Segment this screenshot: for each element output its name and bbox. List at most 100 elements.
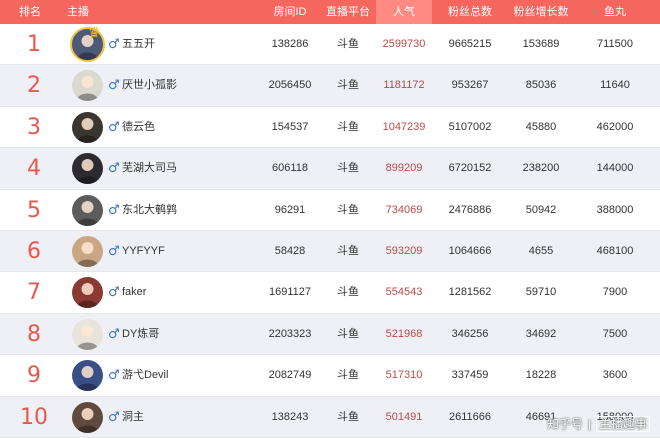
table-row[interactable]: 2 ♂ 厌世小孤影 2056450 斗鱼 1181172 953267 85036 11640 (0, 65, 660, 107)
male-icon: ♂ (108, 368, 120, 384)
room-id-cell: 2082749 (268, 369, 312, 382)
rank-number: 3 (27, 114, 41, 140)
ranking-table-header: 排名 主播 房间ID 直播平台 人气 粉丝总数 粉丝增长数 鱼丸 (0, 0, 660, 24)
rank-number: 6 (27, 238, 41, 264)
watermark-left: 知乎号 (546, 417, 583, 431)
male-icon: ♂ (108, 37, 120, 52)
table-row[interactable]: 5 ♂ 东北大鹌鹑 96291 斗鱼 734069 2476886 50942 388000 (0, 190, 660, 231)
header-rank: 排名 (19, 6, 41, 18)
fans-growth-cell: 18228 (525, 369, 557, 382)
anchor-name[interactable]: YYFYYF (122, 231, 165, 272)
anchor-name[interactable]: DY炼哥 (122, 314, 159, 355)
popularity-cell: 593209 (385, 244, 423, 257)
platform-cell: 斗鱼 (337, 286, 359, 299)
table-row[interactable]: 8 ♂ DY炼哥 2203323 斗鱼 521968 346256 34692 7500 (0, 313, 660, 356)
fans-total-cell: 2611666 (448, 410, 491, 423)
male-icon: ♂ (108, 243, 120, 259)
anchor-name[interactable]: 游弋Devil (122, 355, 168, 396)
fans-total-cell: 2476886 (448, 203, 492, 216)
anchor-name[interactable]: 洞主 (122, 397, 144, 438)
table-row[interactable]: 4 ♂ 芜湖大司马 606118 斗鱼 899209 6720152 238200 144000 (0, 148, 660, 190)
platform-cell: 斗鱼 (337, 369, 359, 382)
anchor-name[interactable]: 芜湖大司马 (122, 148, 177, 189)
anchor-name[interactable]: 东北大鹌鹑 (122, 190, 177, 231)
male-icon: ♂ (108, 161, 120, 177)
header-room-id[interactable]: 房间ID (265, 0, 315, 24)
popularity-cell: 521968 (385, 327, 423, 340)
fish-balls-cell: 711500 (597, 38, 633, 50)
ranking-table-body: 1 ♛ ♂ 五五开 138286 斗鱼 2599730 9665215 153689 711500… (0, 24, 660, 438)
rank-number: 4 (27, 156, 41, 182)
fans-growth-cell: 45880 (525, 120, 557, 133)
avatar[interactable] (72, 153, 103, 185)
rank-number: 7 (27, 280, 41, 306)
table-row[interactable]: 6 ♂ YYFYYF 58428 斗鱼 593209 1064666 4655 468100 (0, 230, 660, 273)
popularity-cell: 734069 (385, 203, 423, 216)
anchor-name[interactable]: 德云色 (122, 107, 155, 148)
platform-cell: 斗鱼 (337, 410, 359, 423)
fans-growth-cell: 4655 (528, 244, 554, 257)
platform-cell: 斗鱼 (337, 38, 359, 50)
room-id-cell: 96291 (274, 203, 306, 216)
rank-number: 10 (20, 404, 48, 430)
header-fish-balls[interactable]: 鱼丸 (590, 0, 640, 24)
fans-total-cell: 337459 (451, 369, 489, 382)
room-id-cell: 606118 (272, 162, 308, 175)
fish-balls-cell: 388000 (596, 203, 634, 216)
avatar[interactable] (72, 360, 103, 392)
room-id-cell: 1691127 (268, 286, 311, 299)
header-fans-total[interactable]: 粉丝总数 (440, 0, 500, 24)
platform-cell: 斗鱼 (337, 203, 359, 216)
avatar[interactable] (72, 277, 103, 309)
popularity-cell: 501491 (385, 410, 423, 423)
avatar[interactable] (72, 111, 103, 143)
table-row[interactable]: 1 ♛ ♂ 五五开 138286 斗鱼 2599730 9665215 153689 711500 (0, 24, 660, 66)
platform-cell: 斗鱼 (337, 162, 359, 175)
crown-icon: ♛ (88, 24, 101, 40)
fans-total-cell: 1064666 (448, 244, 492, 257)
fans-growth-cell: 34692 (525, 327, 557, 340)
fans-growth-cell: 153689 (522, 38, 560, 50)
fish-balls-cell: 11640 (600, 79, 630, 92)
platform-cell: 斗鱼 (337, 120, 359, 133)
male-icon: ♂ (108, 119, 120, 135)
header-popularity[interactable]: 人气 (376, 0, 432, 24)
avatar[interactable] (72, 401, 103, 433)
anchor-name[interactable]: 五五开 (122, 24, 155, 65)
avatar[interactable] (72, 194, 103, 226)
male-icon: ♂ (108, 285, 120, 301)
fans-total-cell: 6720152 (448, 162, 492, 175)
platform-cell: 斗鱼 (337, 79, 359, 92)
table-row[interactable]: 3 ♂ 德云色 154537 斗鱼 1047239 5107002 45880 462000 (0, 107, 660, 149)
header-platform[interactable]: 直播平台 (320, 0, 376, 24)
avatar[interactable] (72, 70, 103, 102)
rank-number: 5 (27, 197, 41, 223)
male-icon: ♂ (108, 326, 120, 342)
table-row[interactable]: 9 ♂ 游弋Devil 2082749 斗鱼 517310 337459 18228 3600 (0, 355, 660, 397)
fish-balls-cell: 7500 (602, 327, 628, 340)
popularity-cell: 1047239 (382, 120, 426, 133)
fish-balls-cell: 468100 (596, 244, 634, 257)
popularity-cell: 1181172 (383, 79, 425, 92)
anchor-name[interactable]: faker (122, 272, 146, 313)
room-id-cell: 58428 (274, 244, 306, 257)
fish-balls-cell: 144000 (596, 162, 634, 175)
popularity-cell: 2599730 (382, 38, 426, 50)
fans-total-cell: 953267 (451, 79, 489, 92)
table-row[interactable]: 7 ♂ faker 1691127 斗鱼 554543 1281562 59710 7900 (0, 272, 660, 314)
male-icon: ♂ (108, 202, 120, 218)
room-id-cell: 2203323 (268, 327, 312, 340)
header-fans-growth[interactable]: 粉丝增长数 (510, 0, 572, 24)
rank-number: 2 (27, 73, 41, 99)
anchor-name[interactable]: 厌世小孤影 (122, 65, 177, 106)
fish-balls-cell: 462000 (596, 120, 634, 133)
rank-number: 1 (27, 32, 41, 57)
fans-total-cell: 5107002 (448, 120, 492, 133)
popularity-cell: 517310 (385, 369, 423, 382)
watermark-separator: | (587, 417, 591, 431)
avatar[interactable] (72, 235, 103, 267)
popularity-cell: 899209 (385, 162, 423, 175)
avatar[interactable] (72, 318, 103, 350)
fans-growth-cell: 238200 (522, 162, 560, 175)
fish-balls-cell: 3600 (602, 369, 628, 382)
